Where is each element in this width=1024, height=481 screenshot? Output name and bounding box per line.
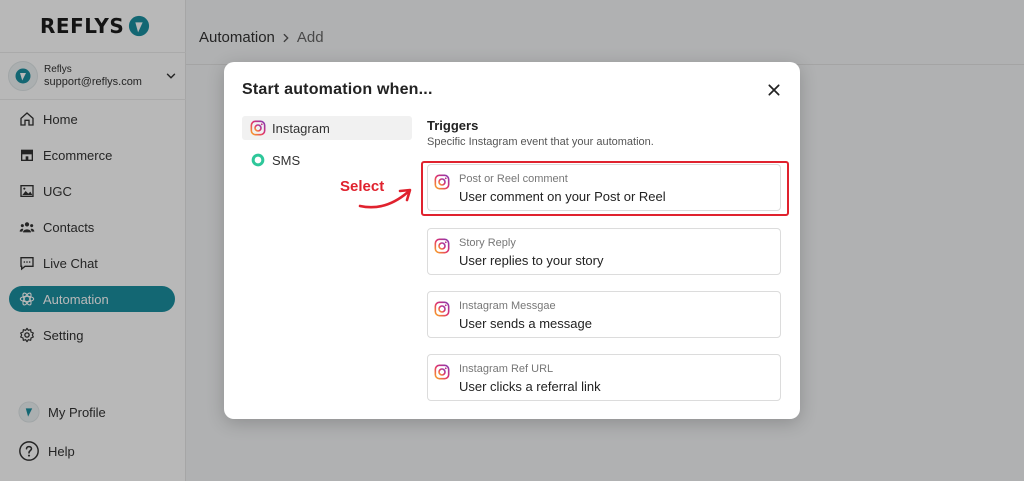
instagram-icon: [434, 301, 450, 317]
close-icon[interactable]: [766, 82, 782, 98]
channel-label: Instagram: [272, 120, 330, 136]
channel-instagram[interactable]: Instagram: [242, 116, 412, 140]
channel-sms[interactable]: SMS: [242, 148, 412, 172]
instagram-icon: [434, 238, 450, 254]
start-automation-modal: Start automation when... Instagram SMS T…: [224, 62, 800, 419]
trigger-story-reply[interactable]: Story Reply User replies to your story: [427, 228, 781, 275]
trigger-label: Story Reply: [459, 237, 516, 249]
triggers-subtitle: Specific Instagram event that your autom…: [427, 136, 654, 148]
sms-icon: [250, 152, 266, 168]
trigger-instagram-message[interactable]: Instagram Messgae User sends a message: [427, 291, 781, 338]
trigger-description: User clicks a referral link: [459, 379, 601, 394]
annotation-arrow-icon: [358, 188, 412, 209]
annotation-highlight-box: [421, 161, 789, 216]
trigger-instagram-ref-url[interactable]: Instagram Ref URL User clicks a referral…: [427, 354, 781, 401]
trigger-description: User replies to your story: [459, 253, 604, 268]
channel-label: SMS: [272, 152, 301, 168]
trigger-description: User sends a message: [459, 316, 592, 331]
instagram-icon: [434, 364, 450, 380]
trigger-label: Instagram Ref URL: [459, 363, 554, 375]
modal-title: Start automation when...: [242, 81, 433, 98]
instagram-icon: [250, 120, 266, 136]
triggers-heading: Triggers: [427, 118, 479, 133]
trigger-label: Instagram Messgae: [459, 300, 556, 312]
